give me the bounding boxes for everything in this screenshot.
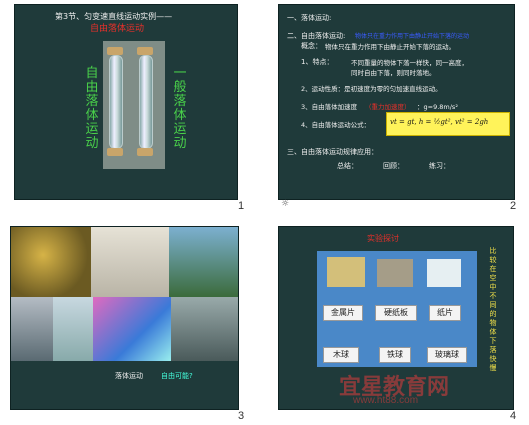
- right-label: 一般落体运动: [173, 66, 187, 151]
- slide-number: 4: [510, 410, 517, 422]
- left-label: 自由落体运动: [85, 66, 99, 151]
- p3-red: （重力加速度）: [365, 103, 411, 111]
- slide3-caption1: 落体运动: [115, 372, 143, 380]
- tube-cap: [107, 148, 123, 156]
- concept-label: 概念：: [301, 42, 322, 50]
- slide1-title-red: 自由落体运动: [90, 24, 145, 34]
- heading2: 二、自由落体运动:: [287, 32, 346, 40]
- p3-value: ：g=9.8m/s²: [417, 103, 458, 111]
- heading1: 一、落体运动:: [287, 14, 332, 22]
- card-wood: 木球: [323, 347, 359, 363]
- slide-number: 1: [238, 200, 245, 212]
- tube-left: [109, 55, 123, 149]
- formula-box: vt = gt, h = ½gt², vt² = 2gh: [386, 112, 510, 136]
- p1-line2: 同时自由下落，则同时落地。: [351, 69, 436, 77]
- materials-board: 金属片 硬纸板 纸片 木球 铁球 玻璃球: [317, 251, 477, 367]
- tower-photo: [11, 297, 53, 361]
- diver-photo: [53, 297, 93, 361]
- slide-number: 3: [238, 410, 245, 422]
- p4: 4、自由落体运动公式：: [301, 121, 371, 129]
- formula: vt = gt, h = ½gt², vt² = 2gh: [390, 118, 489, 126]
- paper: [427, 259, 461, 287]
- cardboard: [377, 259, 413, 287]
- gymnast-photo: [93, 297, 171, 361]
- card-glass: 玻璃球: [427, 347, 467, 363]
- tube-cap: [137, 47, 153, 55]
- slide4-title: 实验探讨: [367, 234, 399, 243]
- slide-4[interactable]: 实验探讨 金属片 硬纸板 纸片 木球 铁球 玻璃球 比较在空中不同的物体下落快慢…: [278, 226, 514, 410]
- skydiver-photo: [91, 227, 169, 297]
- card-cardboard: 硬纸板: [375, 305, 417, 321]
- slide-2[interactable]: 一、落体运动: 二、自由落体运动: 物体只在重力作用下由静止开始下落的运动 概念…: [278, 4, 515, 200]
- cursor-icon: ☼: [281, 199, 290, 209]
- tube-right: [139, 55, 153, 149]
- concept-text: 物体只在重力作用下由静止开始下落的运动。: [325, 43, 455, 51]
- slide-number: 2: [510, 200, 517, 212]
- p1-line1: 不同重量的物体下落一样快，同一高度，: [351, 59, 468, 67]
- app-practice: 练习：: [429, 162, 450, 170]
- tube-cap: [107, 47, 123, 55]
- metal-sheet: [327, 257, 365, 287]
- stadium-photo: [171, 297, 238, 361]
- slide-1[interactable]: 第3节、匀变速直线运动实例—— 自由落体运动 自由落体运动 一般落体运动: [14, 4, 238, 200]
- side-text: 比较在空中不同的物体下落快慢: [489, 247, 497, 372]
- watermark-url: www.ht88.com: [353, 395, 419, 406]
- app-review: 回顾：: [383, 162, 404, 170]
- p3-label: 3、自由落体加速度: [301, 103, 358, 111]
- parachute-photo: [169, 227, 238, 297]
- p2: 2、运动性质：是初速度为零的匀加速直线运动。: [301, 85, 442, 93]
- slide-3[interactable]: 落体运动 自由可能?: [10, 226, 239, 410]
- p1-label: 1、特点：: [301, 58, 334, 66]
- heading3: 三、自由落体运动规律应用：: [287, 148, 378, 156]
- card-iron: 铁球: [379, 347, 411, 363]
- card-paper: 纸片: [429, 305, 461, 321]
- card-metal: 金属片: [323, 305, 363, 321]
- app-summary: 总结：: [337, 162, 358, 170]
- leaves-photo: [11, 227, 91, 297]
- tube-cap: [137, 148, 153, 156]
- red-note: 物体只在重力作用下由静止开始下落的运动: [355, 33, 470, 40]
- slide3-caption2: 自由可能?: [161, 372, 193, 380]
